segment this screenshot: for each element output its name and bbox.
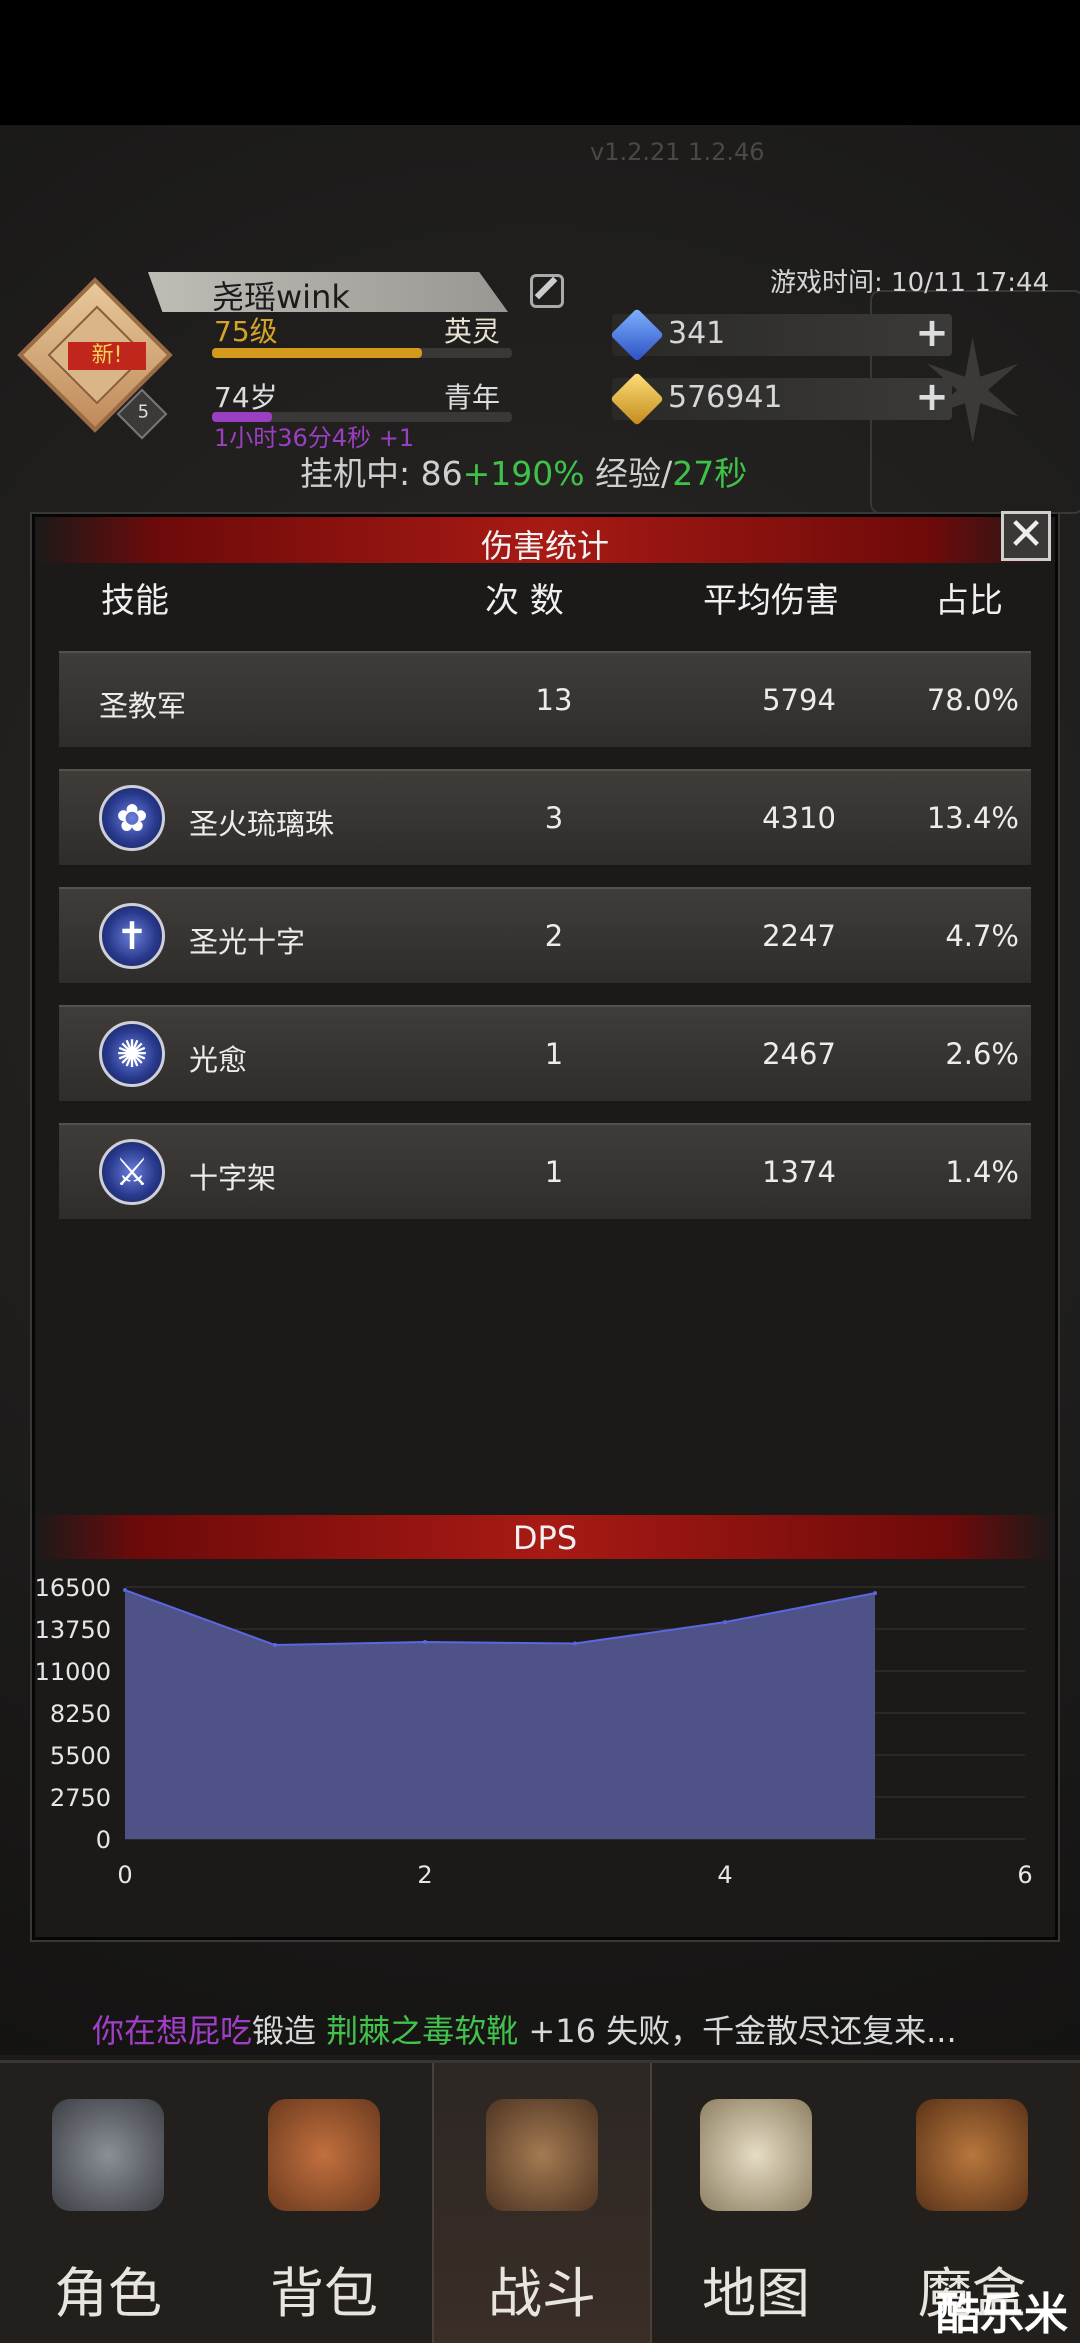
skill-ratio: 1.4% — [945, 1155, 1019, 1189]
skill-ratio: 13.4% — [926, 801, 1019, 835]
game-time: 游戏时间: 10/11 17:44 — [770, 268, 1050, 298]
y-tick-label: 5500 — [50, 1742, 111, 1770]
skill-count: 1 — [544, 1037, 564, 1071]
nav-item-character[interactable]: 角色 — [0, 2063, 216, 2343]
table-row[interactable]: ✝ 圣光十字 2 2247 4.7% — [59, 887, 1031, 985]
skill-count: 1 — [544, 1155, 564, 1189]
y-tick-label: 11000 — [35, 1658, 111, 1686]
modal-title: 伤害统计 — [480, 527, 609, 565]
player-rank: 英灵 — [444, 315, 501, 348]
player-level: 75级 — [214, 315, 278, 348]
gem-count: 341 — [668, 316, 726, 351]
nav-item-battle[interactable]: 战斗 — [432, 2063, 652, 2343]
header-count: 次 数 — [485, 581, 564, 621]
holy-cross-icon: ✝ — [99, 903, 165, 969]
table-row[interactable]: ✿ 圣火琉璃珠 3 4310 13.4% — [59, 769, 1031, 867]
watermark: 酷乐米 — [936, 2289, 1068, 2340]
dps-chart: 0 2750 5500 8250 11000 13750 16500 0 2 4 6 — [35, 1574, 1033, 1889]
skill-avg: 2467 — [762, 1037, 836, 1071]
nav-label: 战斗 — [488, 2262, 596, 2325]
ticker-result: +16 失败，千金散尽还复来... — [518, 2012, 957, 2050]
skill-count: 13 — [535, 683, 573, 717]
bottom-nav: 角色 背包 战斗 地图 魔盒 — [0, 2060, 1080, 2343]
ticker-action: 锻造 — [252, 2012, 327, 2050]
flower-orb-icon: ✿ — [99, 785, 165, 851]
forge-message-ticker: 你在想屁吃锻造 荆棘之毒软靴 +16 失败，千金散尽还复来... — [92, 2006, 957, 2052]
edit-name-icon[interactable] — [530, 274, 564, 308]
dps-point — [423, 1639, 427, 1644]
skill-name: 圣教军 — [99, 689, 187, 723]
new-badge: 新! — [68, 342, 146, 370]
sword-icon: ⚔ — [99, 1139, 165, 1205]
heal-ring-icon: ✺ — [99, 1021, 165, 1087]
gem-currency-row — [612, 314, 952, 356]
damage-stats-modal: 伤害统计 ✕ 技能 次 数 平均伤害 占比 圣教军 13 5794 78.0% … — [32, 511, 1058, 1940]
skill-count: 3 — [544, 801, 564, 835]
gold-count: 576941 — [668, 380, 783, 415]
dps-point — [123, 1588, 127, 1593]
skill-ratio: 78.0% — [926, 683, 1019, 717]
skill-avg: 1374 — [762, 1155, 836, 1189]
skill-name: 光愈 — [189, 1043, 248, 1077]
x-tick-label: 4 — [717, 1861, 732, 1889]
dps-point — [723, 1620, 727, 1625]
table-row[interactable]: 圣教军 13 5794 78.0% — [59, 651, 1031, 749]
dps-point — [873, 1591, 877, 1596]
ticker-player: 你在想屁吃 — [92, 2012, 253, 2050]
ticker-item: 荆棘之毒软靴 — [326, 2012, 519, 2050]
backpack-icon — [268, 2099, 380, 2211]
nav-item-backpack[interactable]: 背包 — [216, 2063, 432, 2343]
nav-label: 背包 — [270, 2262, 378, 2325]
add-gold-button[interactable]: + — [914, 377, 950, 417]
skill-avg: 4310 — [762, 801, 836, 835]
y-tick-label: 13750 — [35, 1616, 111, 1644]
nav-label: 角色 — [54, 2262, 162, 2325]
skill-avg: 5794 — [762, 683, 836, 717]
x-tick-label: 2 — [417, 1861, 432, 1889]
nav-item-map[interactable]: 地图 — [648, 2063, 864, 2343]
header-skill: 技能 — [101, 581, 169, 621]
y-tick-label: 2750 — [50, 1784, 111, 1812]
scroll-map-icon — [700, 2099, 812, 2211]
afk-status: 挂机中: 86+190% 经验/27秒 — [300, 454, 748, 493]
sword-shield-icon — [486, 2099, 598, 2211]
dps-point — [273, 1643, 277, 1648]
add-gems-button[interactable]: + — [914, 313, 950, 353]
status-bar — [0, 0, 1080, 125]
skill-count: 2 — [544, 919, 564, 953]
level-bar-fill — [212, 348, 422, 358]
level-bar — [212, 348, 512, 358]
table-row[interactable]: ✺ 光愈 1 2467 2.6% — [59, 1005, 1031, 1103]
version-label: v1.2.21 1.2.46 — [590, 138, 765, 166]
dps-point — [573, 1641, 577, 1646]
dps-area — [125, 1590, 875, 1839]
nav-label: 地图 — [702, 2262, 810, 2325]
skill-ratio: 2.6% — [945, 1037, 1019, 1071]
skill-name: 十字架 — [189, 1161, 277, 1195]
y-tick-label: 8250 — [50, 1700, 111, 1728]
player-age: 74岁 — [214, 381, 278, 414]
dps-title: DPS — [512, 1519, 578, 1557]
skill-name: 圣火琉璃珠 — [189, 807, 335, 841]
helmet-icon — [52, 2099, 164, 2211]
magic-box-icon — [916, 2099, 1028, 2211]
skill-ratio: 4.7% — [945, 919, 1019, 953]
y-tick-label: 16500 — [35, 1574, 111, 1602]
close-button[interactable]: ✕ — [1001, 511, 1051, 561]
y-tick-label: 0 — [96, 1826, 111, 1854]
player-stage: 青年 — [444, 381, 501, 414]
header-ratio: 占比 — [935, 581, 1003, 621]
x-tick-label: 0 — [117, 1861, 132, 1889]
x-tick-label: 6 — [1017, 1861, 1032, 1889]
table-row[interactable]: ⚔ 十字架 1 1374 1.4% — [59, 1123, 1031, 1221]
skill-name: 圣光十字 — [189, 925, 306, 959]
skill-avg: 2247 — [762, 919, 836, 953]
header-avg: 平均伤害 — [703, 581, 839, 621]
